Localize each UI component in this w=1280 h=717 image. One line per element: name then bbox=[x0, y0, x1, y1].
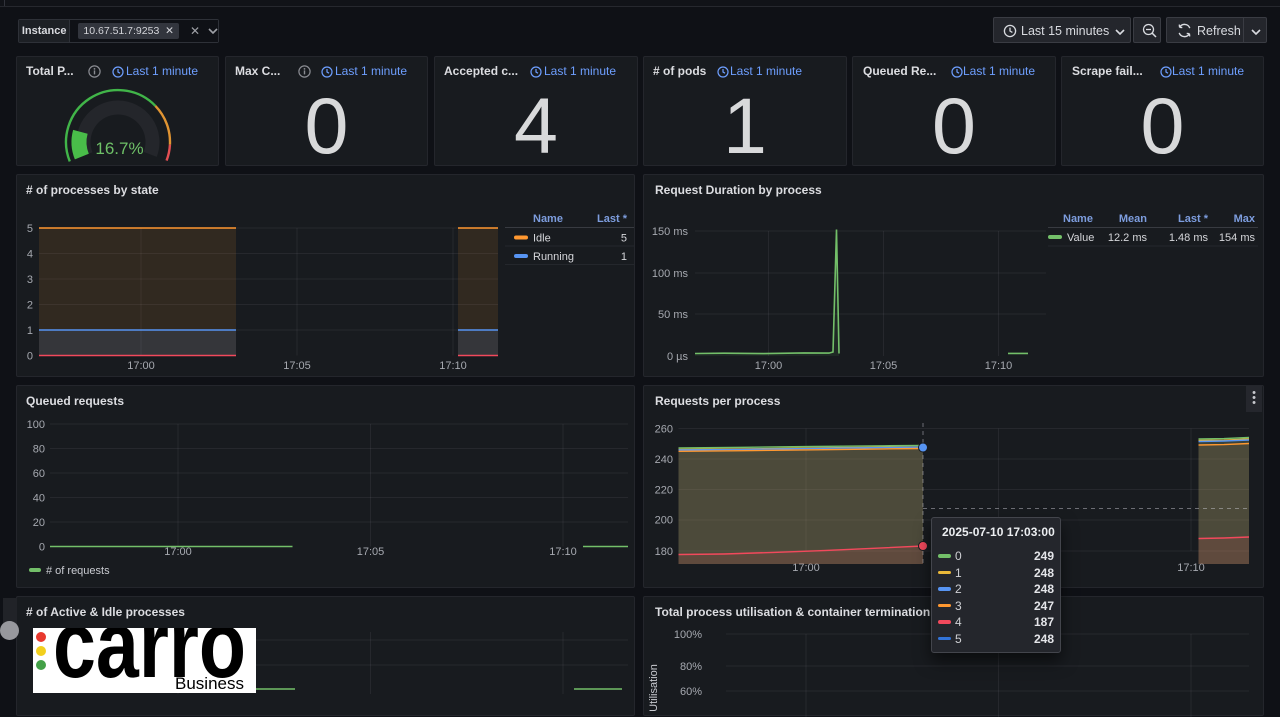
svg-text:100 ms: 100 ms bbox=[652, 268, 689, 280]
svg-text:2: 2 bbox=[27, 300, 33, 312]
svg-text:Value: Value bbox=[1067, 232, 1094, 244]
svg-text:Business: Business bbox=[175, 674, 244, 693]
svg-text:4: 4 bbox=[27, 249, 33, 261]
svg-text:Running: Running bbox=[533, 251, 574, 263]
svg-text:240: 240 bbox=[655, 454, 673, 466]
svg-text:50 ms: 50 ms bbox=[658, 309, 688, 321]
svg-text:17:05: 17:05 bbox=[870, 360, 898, 372]
svg-text:60: 60 bbox=[33, 468, 45, 480]
svg-text:1.48 ms: 1.48 ms bbox=[1169, 232, 1209, 244]
svg-text:3: 3 bbox=[27, 274, 33, 286]
svg-text:40: 40 bbox=[33, 493, 45, 505]
svg-text:17:00: 17:00 bbox=[164, 546, 192, 558]
svg-text:12.2 ms: 12.2 ms bbox=[1108, 232, 1148, 244]
svg-text:0: 0 bbox=[39, 542, 45, 554]
svg-text:17:05: 17:05 bbox=[357, 546, 385, 558]
svg-text:5: 5 bbox=[621, 233, 627, 245]
svg-text:5: 5 bbox=[27, 223, 33, 235]
svg-text:Idle: Idle bbox=[533, 233, 551, 245]
svg-text:17:10: 17:10 bbox=[985, 360, 1013, 372]
svg-text:80: 80 bbox=[33, 444, 45, 456]
svg-text:Name: Name bbox=[533, 213, 563, 225]
svg-text:17:05: 17:05 bbox=[283, 360, 311, 372]
svg-text:Utilisation: Utilisation bbox=[648, 664, 660, 712]
svg-text:# of requests: # of requests bbox=[46, 565, 110, 577]
svg-text:17:00: 17:00 bbox=[755, 360, 783, 372]
svg-text:20: 20 bbox=[33, 517, 45, 529]
svg-text:1: 1 bbox=[27, 325, 33, 337]
svg-text:Last *: Last * bbox=[1178, 213, 1209, 225]
svg-text:100%: 100% bbox=[674, 629, 702, 641]
svg-text:17:00: 17:00 bbox=[127, 360, 155, 372]
svg-text:Name: Name bbox=[1063, 213, 1093, 225]
svg-text:Mean: Mean bbox=[1119, 213, 1147, 225]
svg-text:100: 100 bbox=[27, 419, 45, 431]
svg-text:154 ms: 154 ms bbox=[1219, 232, 1256, 244]
svg-text:200: 200 bbox=[655, 515, 673, 527]
svg-text:60%: 60% bbox=[680, 686, 702, 698]
svg-text:Last *: Last * bbox=[597, 213, 628, 225]
svg-text:0: 0 bbox=[27, 351, 33, 363]
svg-text:Max: Max bbox=[1234, 213, 1256, 225]
svg-text:150 ms: 150 ms bbox=[652, 226, 689, 238]
svg-text:16.7%: 16.7% bbox=[95, 139, 143, 158]
svg-text:180: 180 bbox=[655, 546, 673, 558]
svg-text:1: 1 bbox=[621, 251, 627, 263]
svg-text:0 µs: 0 µs bbox=[667, 351, 689, 363]
svg-text:80%: 80% bbox=[680, 661, 702, 673]
svg-text:220: 220 bbox=[655, 485, 673, 497]
svg-text:260: 260 bbox=[655, 424, 673, 436]
svg-text:17:10: 17:10 bbox=[549, 546, 577, 558]
svg-text:17:10: 17:10 bbox=[439, 360, 467, 372]
